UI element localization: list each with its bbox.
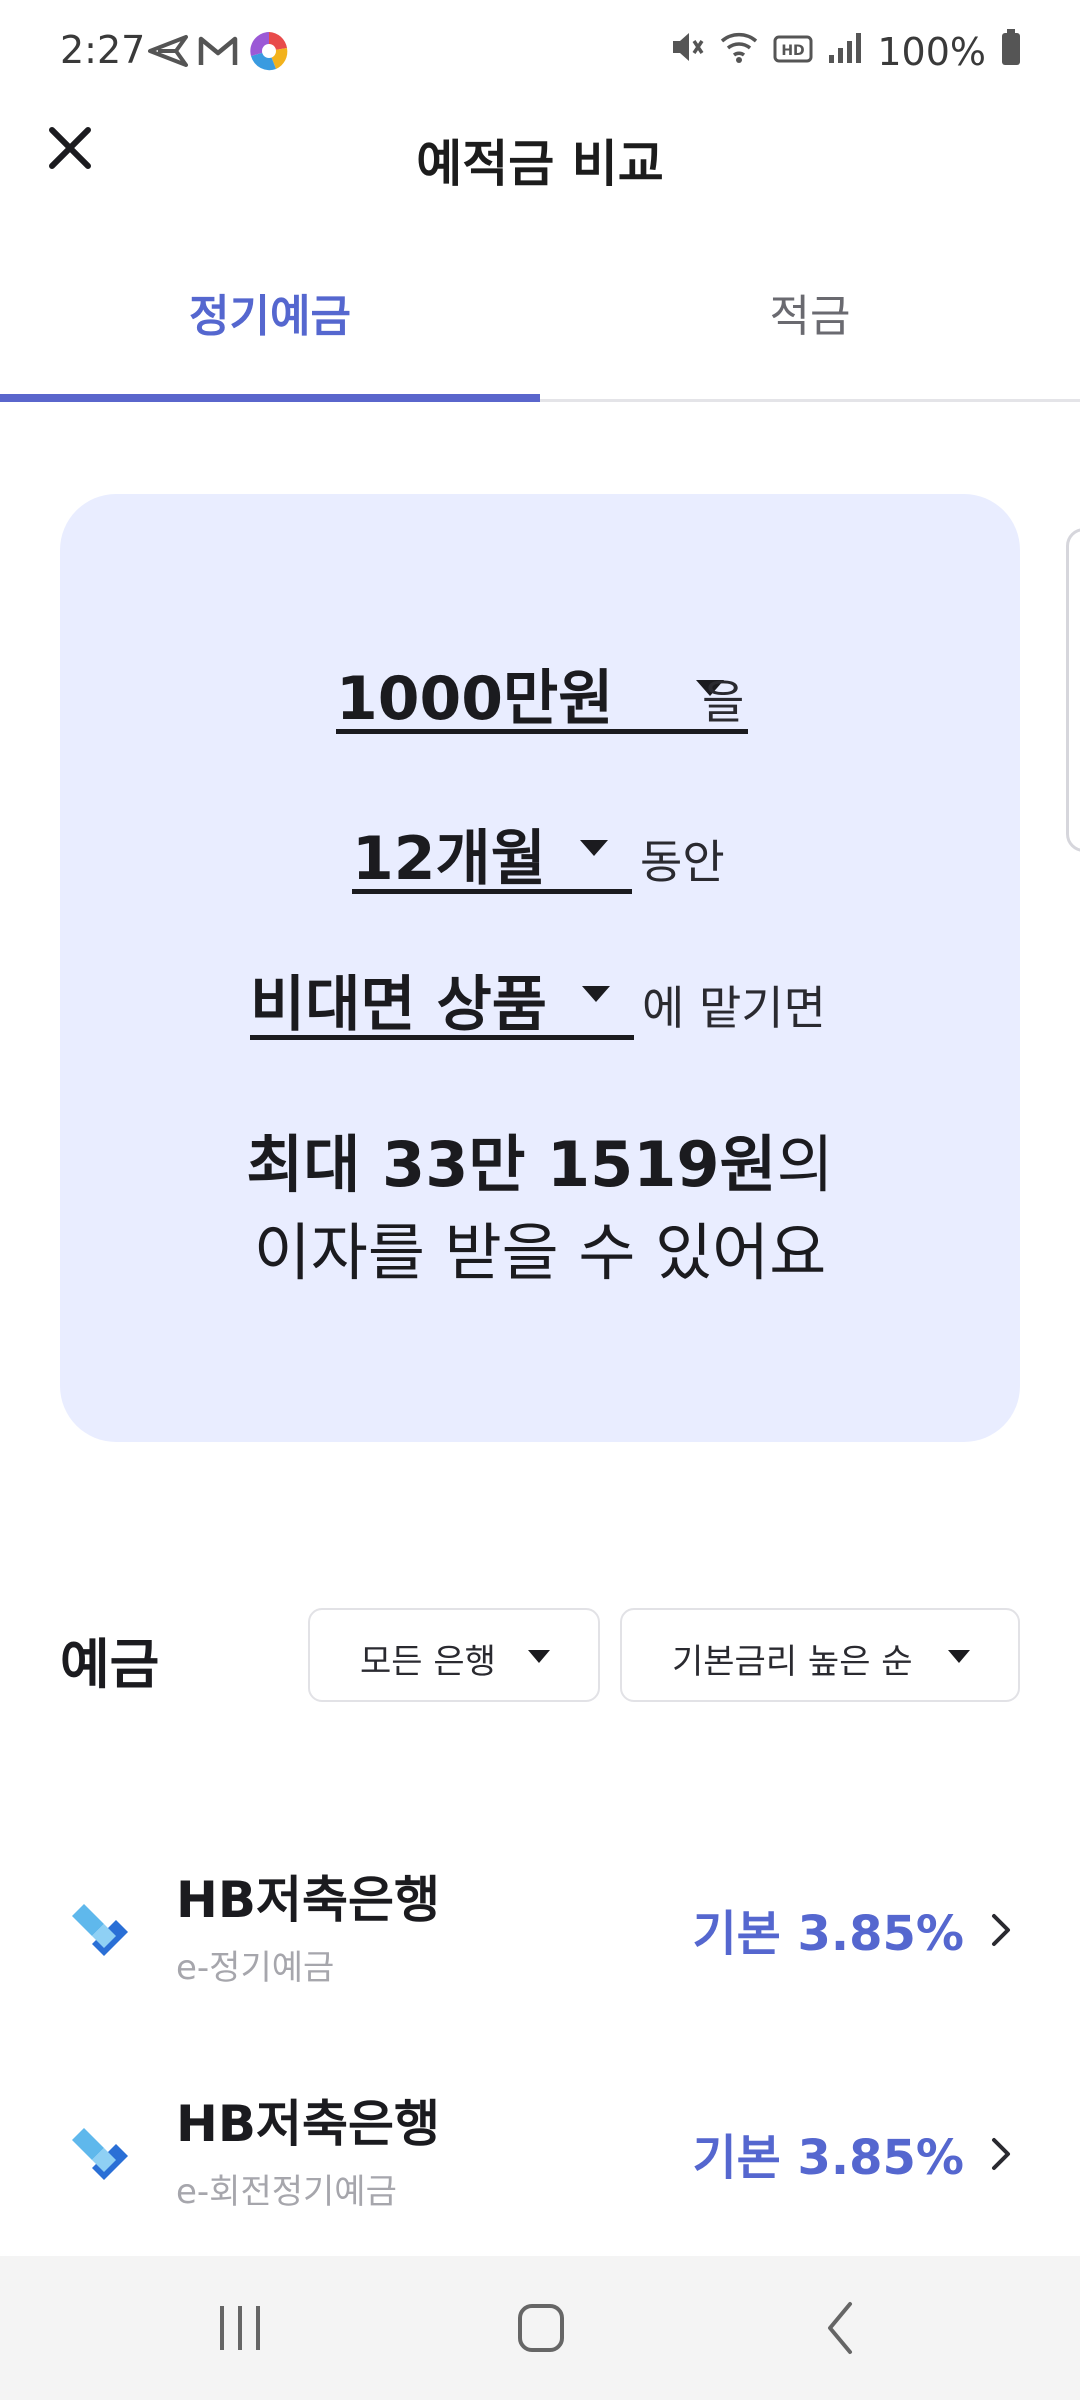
- sort-dropdown[interactable]: 기본금리 높은 순: [620, 1608, 1020, 1702]
- system-nav-bar: [0, 2256, 1080, 2400]
- base-rate: 기본 3.85%: [692, 2130, 964, 2186]
- bank-filter-dropdown[interactable]: 모든 은행: [308, 1608, 600, 1702]
- status-bar: 2:27 HD 100%: [0, 0, 1080, 100]
- caret-down-icon: [582, 986, 610, 1002]
- amount-suffix: 을: [702, 675, 745, 729]
- interest-summary-card: 1000만원 을 12개월 동안 비대면 상품 에 맡기면 최대 33만 151…: [60, 494, 1020, 1442]
- status-time: 2:27: [60, 28, 146, 72]
- tab-installment-savings[interactable]: 적금: [540, 280, 1080, 344]
- caret-down-icon: [580, 840, 608, 856]
- bank-logo: [64, 2118, 136, 2190]
- gmail-icon: [198, 35, 238, 71]
- period-row: 12개월 동안: [60, 802, 1020, 902]
- bank-logo: [64, 1894, 136, 1966]
- header: 예적금 비교: [0, 100, 1080, 210]
- product-type-value: 비대면 상품: [250, 970, 547, 1040]
- send-icon: [148, 33, 188, 73]
- signal-icon: [827, 30, 863, 74]
- battery-percent: 100%: [877, 29, 986, 74]
- product-type-row: 비대면 상품 에 맡기면: [60, 948, 1020, 1048]
- product-name: e-회전정기예금: [176, 2172, 397, 2212]
- period-suffix: 동안: [640, 835, 725, 889]
- amount-select[interactable]: 1000만원: [336, 642, 748, 734]
- next-card-peek[interactable]: [1066, 528, 1080, 852]
- caret-down-icon: [948, 1650, 970, 1663]
- amount-value: 1000만원: [336, 664, 614, 734]
- recent-apps-button[interactable]: [200, 2296, 280, 2360]
- bank-name: HB저축은행: [176, 1871, 440, 1929]
- hd-icon: HD: [773, 30, 813, 74]
- page-title: 예적금 비교: [416, 135, 664, 193]
- chevron-right-icon: [992, 1914, 1010, 1946]
- amount-row: 1000만원 을: [60, 642, 1020, 742]
- max-interest-amount: 최대 33만 1519원: [246, 1128, 777, 1201]
- home-icon: [518, 2304, 564, 2352]
- wifi-icon: [719, 29, 759, 74]
- home-button[interactable]: [500, 2296, 580, 2360]
- product-type-select[interactable]: 비대면 상품: [250, 948, 634, 1040]
- bank-name: HB저축은행: [176, 2095, 440, 2153]
- period-select[interactable]: 12개월: [352, 802, 632, 894]
- back-icon: [828, 2302, 852, 2354]
- back-button[interactable]: [800, 2296, 880, 2360]
- product-name: e-정기예금: [176, 1948, 335, 1988]
- recent-apps-icon: [220, 2306, 260, 2350]
- product-type-suffix: 에 맡기면: [642, 981, 826, 1035]
- chevron-right-icon: [992, 2138, 1010, 2170]
- bank-filter-label: 모든 은행: [360, 1642, 496, 1682]
- section-title: 예금: [60, 1633, 160, 1696]
- result-particle: 의: [776, 1128, 834, 1201]
- status-right: HD 100%: [669, 28, 1022, 75]
- battery-icon: [1000, 28, 1022, 75]
- mute-icon: [669, 29, 705, 74]
- product-list-item[interactable]: HB저축은행 e-회전정기예금 기본 3.85%: [0, 2060, 1080, 2260]
- product-list-item[interactable]: HB저축은행 e-정기예금 기본 3.85%: [0, 1836, 1080, 2036]
- tab-active-indicator: [0, 394, 540, 402]
- period-value: 12개월: [352, 824, 546, 894]
- svg-text:HD: HD: [782, 43, 805, 59]
- sort-label: 기본금리 높은 순: [672, 1642, 913, 1682]
- caret-down-icon: [528, 1650, 550, 1663]
- app-circle-icon: [248, 30, 290, 76]
- status-left-icons: [148, 30, 290, 76]
- result-line-2: 이자를 받을 수 있어요: [253, 1216, 827, 1289]
- base-rate: 기본 3.85%: [692, 1906, 964, 1962]
- tab-fixed-deposit[interactable]: 정기예금: [0, 280, 540, 344]
- tab-bar: 정기예금 적금: [0, 240, 1080, 402]
- result-line-1: 최대 33만 1519원의: [60, 1114, 1020, 1204]
